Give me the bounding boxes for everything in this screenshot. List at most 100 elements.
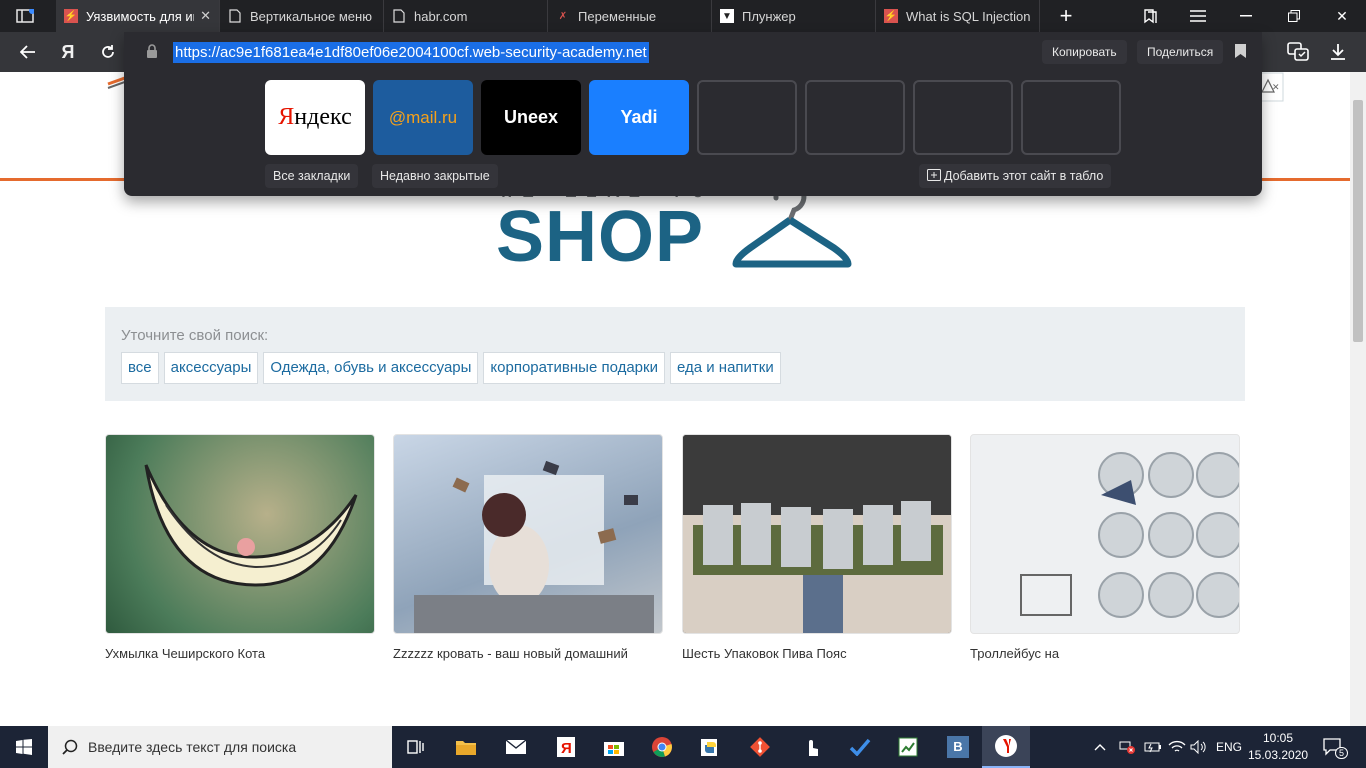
python-button[interactable] bbox=[686, 726, 734, 768]
tile-empty[interactable] bbox=[913, 80, 1013, 155]
clock-date: 15.03.2020 bbox=[1248, 748, 1309, 762]
touch-app-button[interactable] bbox=[788, 726, 836, 768]
tile-mailru[interactable]: @mail.ru bbox=[373, 80, 473, 155]
address-dropdown: https://ac9e1f681ea4e1df80ef06e2004100cf… bbox=[124, 32, 1262, 196]
filter-title: Уточните свой поиск: bbox=[121, 327, 269, 344]
translate-button[interactable] bbox=[1278, 32, 1318, 72]
scrollbar-thumb[interactable] bbox=[1353, 100, 1363, 342]
address-url[interactable]: https://ac9e1f681ea4e1df80ef06e2004100cf… bbox=[173, 42, 649, 63]
bookmarks-panel-button[interactable] bbox=[1126, 0, 1174, 32]
close-tab-icon[interactable]: ✕ bbox=[200, 8, 211, 24]
plus-icon: + bbox=[1059, 3, 1073, 28]
file-explorer-button[interactable] bbox=[442, 726, 490, 768]
filter-all[interactable]: все bbox=[121, 352, 159, 384]
chevron-up-icon bbox=[1094, 744, 1106, 751]
portswigger-icon: ⚡ bbox=[884, 9, 898, 23]
notifications-button[interactable]: 5 bbox=[1322, 726, 1357, 768]
battery-icon bbox=[1144, 742, 1161, 753]
product-name[interactable]: Zzzzzz кровать - ваш новый домашний bbox=[393, 646, 628, 661]
product-name[interactable]: Троллейбус на bbox=[970, 646, 1059, 661]
mail-button[interactable] bbox=[492, 726, 540, 768]
new-tab-button[interactable]: + bbox=[1042, 0, 1090, 32]
product-image[interactable] bbox=[105, 434, 375, 634]
tray-wifi[interactable] bbox=[1168, 726, 1186, 768]
tile-empty[interactable] bbox=[1021, 80, 1121, 155]
reload-button[interactable] bbox=[88, 32, 128, 72]
tab-sql-injection[interactable]: ⚡ Уязвимость для инъекции SQL ✕ bbox=[56, 0, 220, 32]
close-window-button[interactable]: ✕ bbox=[1318, 0, 1366, 32]
hand-pointer-icon bbox=[809, 740, 818, 756]
tile-label: @mail.ru bbox=[388, 107, 458, 127]
tile-uneex[interactable]: Uneex bbox=[481, 80, 581, 155]
tab-what-is-sql[interactable]: ⚡ What is SQL Injection bbox=[876, 0, 1040, 32]
show-hidden-icons-button[interactable] bbox=[1094, 726, 1106, 768]
tab-vertical-menu[interactable]: Вертикальное меню bbox=[220, 0, 384, 32]
yandex-icon: Я bbox=[557, 737, 575, 757]
spreadsheet-button[interactable] bbox=[884, 726, 932, 768]
yandex-taskbar-button[interactable]: Я bbox=[542, 726, 590, 768]
hamburger-icon bbox=[1190, 10, 1206, 22]
filter-clothing[interactable]: Одежда, обувь и аксессуары bbox=[263, 352, 479, 384]
product-image[interactable] bbox=[682, 434, 952, 634]
add-site-button[interactable]: Добавить этот сайт в табло bbox=[919, 164, 1112, 188]
filter-corporate-gifts[interactable]: корпоративные подарки bbox=[483, 352, 665, 384]
tile-empty[interactable] bbox=[697, 80, 797, 155]
start-button[interactable] bbox=[0, 726, 48, 768]
product-name[interactable]: Ухмылка Чеширского Кота bbox=[105, 646, 265, 661]
volume-icon bbox=[1190, 740, 1206, 754]
tray-volume[interactable] bbox=[1190, 726, 1208, 768]
share-button[interactable]: Поделиться bbox=[1137, 40, 1224, 64]
filter-list: все аксессуары Одежда, обувь и аксессуар… bbox=[121, 352, 781, 384]
tray-language[interactable]: ENG bbox=[1216, 726, 1242, 768]
python-icon bbox=[701, 739, 717, 756]
portswigger-icon: ⚡ bbox=[64, 9, 78, 23]
tray-network-error[interactable] bbox=[1118, 726, 1136, 768]
tile-yandex[interactable]: Яндекс bbox=[265, 80, 365, 155]
task-view-icon bbox=[407, 740, 424, 754]
tab-label: Вертикальное меню bbox=[250, 8, 372, 24]
tab-plunker[interactable]: ▼ Плунжер bbox=[712, 0, 876, 32]
chrome-icon bbox=[652, 737, 672, 757]
back-button[interactable] bbox=[8, 32, 48, 72]
tile-yadi[interactable]: Yadi bbox=[589, 80, 689, 155]
tab-habr[interactable]: habr.com bbox=[384, 0, 548, 32]
tab-variables[interactable]: ✗ Переменные bbox=[548, 0, 712, 32]
all-bookmarks-button[interactable]: Все закладки bbox=[265, 164, 359, 188]
yandex-button[interactable]: Я bbox=[48, 32, 88, 72]
tile-label-first-letter: Я bbox=[278, 104, 295, 130]
vk-button[interactable]: В bbox=[934, 726, 982, 768]
checkmark-icon bbox=[849, 738, 871, 756]
tile-label-rest: ндекс bbox=[294, 104, 352, 130]
portswigger-icon: ✗ bbox=[558, 10, 568, 22]
menu-button[interactable] bbox=[1174, 0, 1222, 32]
recently-closed-button[interactable]: Недавно закрытые bbox=[372, 164, 498, 188]
taskbar-search[interactable]: Введите здесь текст для поиска bbox=[48, 726, 392, 768]
tab-label: What is SQL Injection bbox=[906, 8, 1031, 24]
product-image[interactable] bbox=[970, 434, 1240, 634]
tray-battery[interactable] bbox=[1144, 726, 1162, 768]
svg-text:Я: Я bbox=[561, 740, 572, 757]
todo-button[interactable] bbox=[836, 726, 884, 768]
filter-food-drink[interactable]: еда и напитки bbox=[669, 352, 781, 384]
bookmark-icon[interactable] bbox=[1235, 44, 1246, 58]
product-name[interactable]: Шесть Упаковок Пива Пояс bbox=[682, 646, 847, 661]
taskbar-clock[interactable]: 10:05 15.03.2020 bbox=[1248, 730, 1308, 764]
tile-empty[interactable] bbox=[805, 80, 905, 155]
task-view-button[interactable] bbox=[392, 726, 440, 768]
git-button[interactable] bbox=[736, 726, 784, 768]
chrome-button[interactable] bbox=[638, 726, 686, 768]
close-icon: ✕ bbox=[1336, 7, 1348, 24]
filter-accessories[interactable]: аксессуары bbox=[163, 352, 259, 384]
address-bar[interactable]: https://ac9e1f681ea4e1df80ef06e2004100cf… bbox=[124, 32, 1262, 72]
product-image[interactable] bbox=[393, 434, 663, 634]
plunker-icon: ▼ bbox=[720, 9, 734, 23]
category-filter: Уточните свой поиск: все аксессуары Одеж… bbox=[105, 307, 1245, 401]
copy-url-button[interactable]: Копировать bbox=[1042, 40, 1127, 64]
store-button[interactable] bbox=[590, 726, 638, 768]
restore-button[interactable] bbox=[1270, 0, 1318, 32]
minimize-button[interactable] bbox=[1222, 0, 1270, 32]
yandex-browser-button[interactable] bbox=[982, 726, 1030, 768]
downloads-button[interactable] bbox=[1318, 32, 1358, 72]
tabs-panel-button[interactable] bbox=[0, 0, 50, 32]
page-scrollbar[interactable] bbox=[1350, 72, 1366, 726]
